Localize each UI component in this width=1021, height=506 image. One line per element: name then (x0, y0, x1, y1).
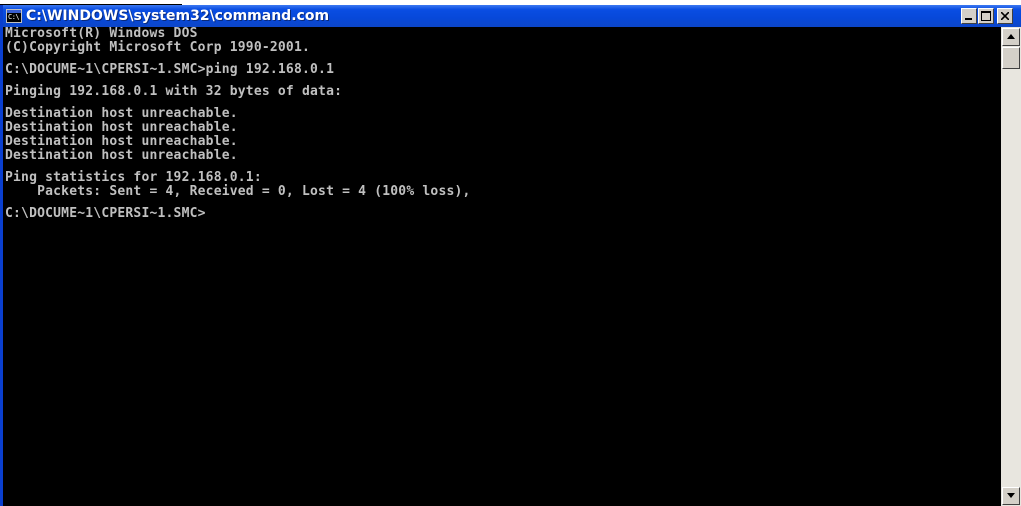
console-line: Microsoft(R) Windows DOS (5, 27, 198, 41)
close-icon (1001, 12, 1009, 20)
console-line: Ping statistics for 192.168.0.1: (5, 170, 262, 185)
console-line: Destination host unreachable. (5, 148, 238, 163)
console-line: Destination host unreachable. (5, 106, 238, 121)
console-line: Destination host unreachable. (5, 120, 238, 135)
screen: C:\ C:\WINDOWS\system32\command.com Micr… (0, 0, 1021, 506)
console-icon-text: C:\ (8, 13, 20, 21)
console-icon[interactable]: C:\ (6, 9, 22, 23)
console-line: C:\DOCUME~1\CPERSI~1.SMC> (5, 206, 206, 221)
window-title: C:\WINDOWS\system32\command.com (26, 8, 330, 24)
command-prompt-window: C:\ C:\WINDOWS\system32\command.com Micr… (0, 5, 1021, 506)
console-line: Destination host unreachable. (5, 134, 238, 149)
maximize-button[interactable] (978, 8, 994, 24)
arrow-down-icon (1007, 493, 1015, 498)
arrow-up-icon (1007, 34, 1015, 39)
scroll-up-button[interactable] (1002, 28, 1020, 46)
console-line: Packets: Sent = 4, Received = 0, Lost = … (5, 184, 471, 199)
scroll-thumb[interactable] (1002, 47, 1020, 69)
console-lines: Microsoft(R) Windows DOS (C)Copyright Mic… (3, 27, 1001, 221)
minimize-button[interactable] (961, 8, 977, 24)
scroll-down-button[interactable] (1002, 487, 1020, 505)
console-line: (C)Copyright Microsoft Corp 1990-2001. (5, 40, 311, 55)
console-line: C:\DOCUME~1\CPERSI~1.SMC>ping 192.168.0.… (5, 62, 335, 77)
console-output[interactable]: Microsoft(R) Windows DOS (C)Copyright Mic… (3, 27, 1001, 506)
console-line: Pinging 192.168.0.1 with 32 bytes of dat… (5, 84, 343, 99)
close-button[interactable] (997, 8, 1013, 24)
title-bar[interactable]: C:\ C:\WINDOWS\system32\command.com (3, 5, 1021, 27)
vertical-scrollbar[interactable] (1001, 27, 1021, 506)
